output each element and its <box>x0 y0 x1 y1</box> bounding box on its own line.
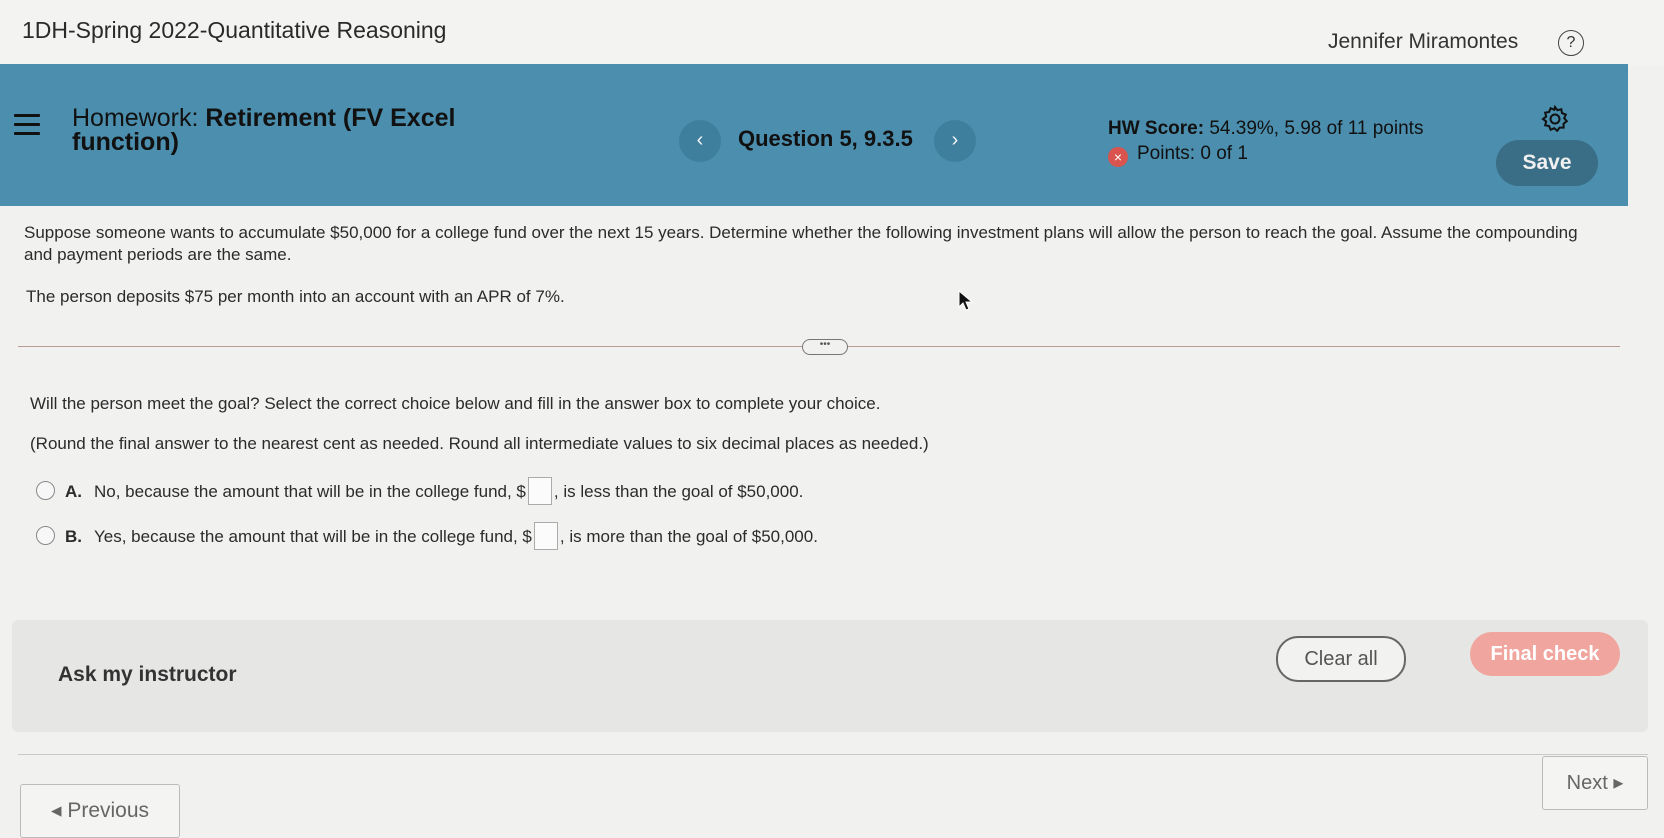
clear-all-button[interactable]: Clear all <box>1276 636 1406 682</box>
menu-icon[interactable] <box>14 114 40 136</box>
action-footer <box>12 620 1648 732</box>
expand-dots-icon[interactable]: ••• <box>802 339 848 355</box>
choice-b-text-before: Yes, because the amount that will be in … <box>94 527 532 546</box>
previous-question-button[interactable]: ‹ <box>679 120 721 162</box>
rounding-note: (Round the final answer to the nearest c… <box>30 434 929 453</box>
choice-b-radio[interactable] <box>36 526 55 545</box>
bottom-divider <box>18 754 1648 755</box>
question-label[interactable]: Question 5, 9.3.5 <box>738 126 913 152</box>
next-button[interactable]: Next ▸ <box>1542 756 1648 810</box>
choice-a[interactable]: A. No, because the amount that will be in… <box>36 477 803 505</box>
choice-a-radio[interactable] <box>36 481 55 500</box>
deposit-statement: The person deposits $75 per month into a… <box>26 287 565 306</box>
choice-a-text-after: , is less than the goal of $50,000. <box>553 482 804 501</box>
final-check-button[interactable]: Final check <box>1470 632 1620 676</box>
ask-instructor-link[interactable]: Ask my instructor <box>58 663 237 687</box>
points-status: × Points: 0 of 1 <box>1108 143 1248 167</box>
next-question-button[interactable]: › <box>934 120 976 162</box>
previous-button[interactable]: ◂ Previous <box>20 784 180 838</box>
choice-a-letter: A. <box>65 482 82 501</box>
save-button[interactable]: Save <box>1496 140 1598 186</box>
choice-b-text-after: , is more than the goal of $50,000. <box>559 527 818 546</box>
choice-a-text-before: No, because the amount that will be in t… <box>94 482 526 501</box>
user-name[interactable]: Jennifer Miramontes <box>1328 30 1518 54</box>
points-text: Points: 0 of 1 <box>1137 143 1248 164</box>
homework-title: Homework: Retirement (FV Excel function) <box>72 106 532 155</box>
choice-b-letter: B. <box>65 527 82 546</box>
hw-score-value: 54.39%, 5.98 of 11 points <box>1209 118 1424 139</box>
hw-score-label: HW Score: <box>1108 118 1205 139</box>
gear-icon[interactable] <box>1540 104 1570 134</box>
choice-a-answer-box[interactable] <box>527 477 552 505</box>
mouse-cursor-icon <box>958 290 974 311</box>
problem-statement: Suppose someone wants to accumulate $50,… <box>24 223 1578 264</box>
homework-bar: Homework: Retirement (FV Excel function)… <box>0 64 1628 206</box>
hw-score: HW Score: 54.39%, 5.98 of 11 points <box>1108 118 1423 140</box>
error-x-icon: × <box>1108 147 1128 167</box>
course-title: 1DH-Spring 2022-Quantitative Reasoning <box>22 17 447 43</box>
choice-b[interactable]: B. Yes, because the amount that will be i… <box>36 522 818 550</box>
help-icon[interactable]: ? <box>1558 30 1584 56</box>
question-prompt: Will the person meet the goal? Select th… <box>30 394 881 413</box>
choice-b-answer-box[interactable] <box>533 522 558 550</box>
